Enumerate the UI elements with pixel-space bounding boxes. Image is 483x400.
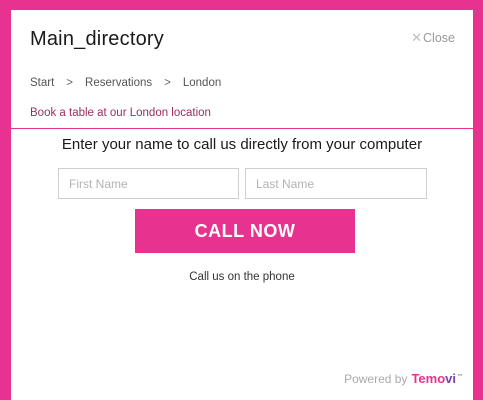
breadcrumb-london[interactable]: London	[183, 77, 221, 89]
temovi-logo[interactable]: Temovi™	[411, 371, 463, 386]
breadcrumb-start[interactable]: Start	[30, 77, 54, 89]
breadcrumb-separator: >	[66, 77, 74, 89]
call-prompt: Enter your name to call us directly from…	[61, 136, 423, 153]
accent-top-bar	[0, 0, 483, 10]
page-title: Main_directory	[30, 28, 164, 50]
last-name-field[interactable]	[245, 168, 427, 199]
location-subtitle: Book a table at our London location	[30, 107, 211, 119]
brand-part-2: vi	[445, 371, 456, 386]
accent-left-edge	[0, 10, 11, 400]
first-name-field[interactable]	[58, 168, 239, 199]
call-widget: Main_directory ✕ Close Start > Reservati…	[0, 0, 483, 400]
brand-part-1: Temo	[411, 371, 446, 386]
phone-call-text: Call us on the phone	[189, 271, 295, 283]
widget-panel: Main_directory ✕ Close Start > Reservati…	[11, 10, 473, 400]
call-now-button[interactable]: CALL NOW	[135, 209, 355, 253]
powered-by: Powered by Temovi™	[344, 371, 463, 386]
widget-header: Main_directory ✕ Close Start > Reservati…	[11, 10, 473, 129]
close-label: Close	[423, 31, 455, 45]
breadcrumb-reservations[interactable]: Reservations	[85, 77, 152, 89]
accent-right-edge	[473, 10, 483, 400]
breadcrumb: Start > Reservations > London	[30, 77, 221, 89]
close-button[interactable]: ✕ Close	[411, 30, 455, 46]
trademark-symbol: ™	[457, 373, 463, 380]
breadcrumb-separator: >	[164, 77, 171, 89]
powered-by-label: Powered by	[344, 372, 408, 386]
close-icon: ✕	[411, 30, 423, 45]
